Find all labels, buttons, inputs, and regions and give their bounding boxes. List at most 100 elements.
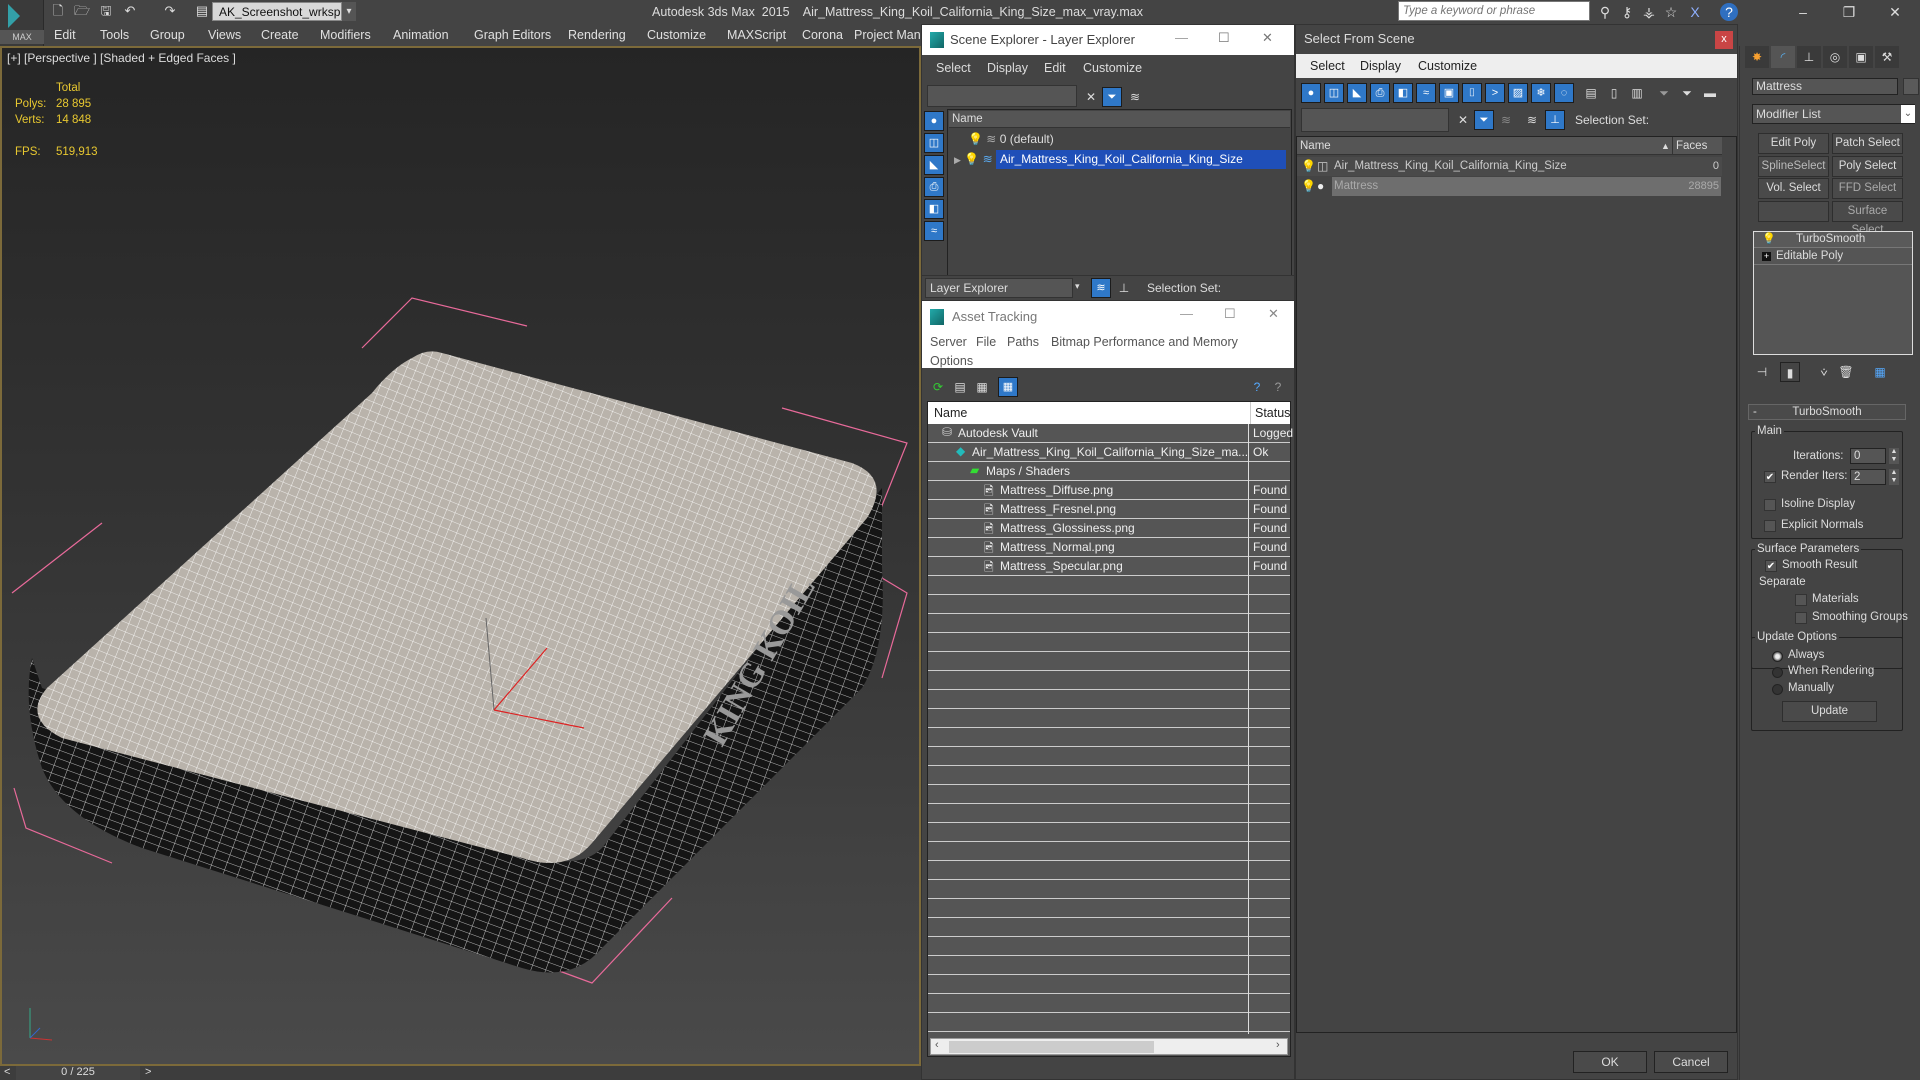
modify-tab-icon[interactable]: ◜	[1771, 46, 1795, 68]
edit-poly-button[interactable]: Edit Poly	[1758, 133, 1829, 154]
asset-row[interactable]: 🖻 Mattress_Fresnel.png Found	[928, 500, 1290, 519]
geometry-filter-icon[interactable]: ●	[924, 111, 944, 131]
scroll-right-icon[interactable]: ›	[1276, 1039, 1280, 1051]
help-icon[interactable]: ?	[1720, 3, 1738, 21]
chevron-down-icon[interactable]: ▾	[1075, 281, 1080, 292]
menu-bitmap-performance[interactable]: Bitmap Performance and Memory	[1051, 335, 1238, 349]
object-row[interactable]: 💡 ● Mattress 28895	[1297, 177, 1722, 196]
select-from-scene-search-input[interactable]	[1301, 108, 1449, 132]
asset-row[interactable]: 🖻 Mattress_Specular.png Found	[928, 557, 1290, 576]
iterations-input[interactable]: 0	[1850, 448, 1886, 464]
update-manually-radio[interactable]	[1772, 684, 1783, 695]
menu-customize[interactable]: Customize	[647, 24, 706, 46]
stack-item-turbosmooth[interactable]: 💡 TurboSmooth	[1754, 232, 1912, 248]
lightbulb-icon[interactable]: 💡	[1301, 177, 1316, 196]
clear-search-icon[interactable]: ✕	[1453, 110, 1473, 130]
layer-add-icon[interactable]: ≋	[1125, 87, 1145, 107]
object-row[interactable]: 💡 ◫ Air_Mattress_King_Koil_California_Ki…	[1297, 157, 1722, 176]
hidden-filter-icon[interactable]: ◌	[1554, 83, 1574, 103]
menu-display[interactable]: Display	[1360, 59, 1401, 73]
cameras-filter-icon[interactable]: ⎙	[924, 177, 944, 197]
helpers-filter-icon[interactable]: ◧	[924, 199, 944, 219]
create-tab-icon[interactable]: ✸	[1745, 46, 1769, 68]
minimize-button[interactable]: —	[1180, 306, 1193, 321]
motion-tab-icon[interactable]: ◎	[1823, 46, 1847, 68]
menu-create[interactable]: Create	[261, 24, 299, 46]
render-iters-input[interactable]: 2	[1850, 469, 1886, 485]
frozen-filter-icon[interactable]: ❄	[1531, 83, 1551, 103]
minimize-button[interactable]: –	[1780, 0, 1826, 24]
close-button[interactable]: ✕	[1872, 0, 1918, 24]
restore-button[interactable]: ❐	[1826, 0, 1872, 24]
pin-stack-icon[interactable]: ⊣	[1752, 362, 1772, 382]
menu-server[interactable]: Server	[930, 335, 967, 349]
scrollbar-thumb[interactable]	[949, 1041, 1154, 1053]
spacewarps-filter-icon[interactable]: ≈	[1416, 83, 1436, 103]
perspective-viewport[interactable]: [+] [Perspective ] [Shaded + Edged Faces…	[0, 46, 921, 1066]
satellite-icon[interactable]: ⚶	[1640, 3, 1658, 21]
menu-group[interactable]: Group	[150, 24, 185, 46]
time-slider[interactable]: < 0 / 225 >	[0, 1066, 921, 1080]
patch-select-button[interactable]: Patch Select	[1832, 133, 1903, 154]
ok-button[interactable]: OK	[1573, 1051, 1647, 1073]
spline-select-button[interactable]: SplineSelect	[1758, 156, 1829, 177]
update-when-rendering-radio[interactable]	[1772, 667, 1783, 678]
ffd-select-button[interactable]: FFD Select	[1832, 178, 1903, 199]
scroll-left-icon[interactable]: ‹	[935, 1039, 939, 1051]
collapse-icon[interactable]: ▬	[1700, 83, 1720, 103]
menu-options[interactable]: Options	[930, 354, 973, 368]
horizontal-scrollbar[interactable]: ‹ ›	[930, 1038, 1288, 1055]
close-button[interactable]: ✕	[1262, 30, 1273, 46]
menu-file[interactable]: File	[976, 335, 996, 349]
cancel-button[interactable]: Cancel	[1654, 1051, 1728, 1073]
menu-paths[interactable]: Paths	[1007, 335, 1039, 349]
shapes-filter-icon[interactable]: ◫	[924, 133, 944, 153]
new-file-icon[interactable]: 🗋	[50, 3, 66, 19]
menu-display[interactable]: Display	[987, 61, 1028, 75]
favorites-star-icon[interactable]: ☆	[1662, 3, 1680, 21]
project-folder-icon[interactable]: ▤	[194, 3, 210, 19]
select-invert-icon[interactable]: ▥	[1627, 83, 1647, 103]
geometry-filter-icon[interactable]: ●	[1301, 83, 1321, 103]
iterations-spinner[interactable]: ▲ ▼	[1889, 448, 1899, 464]
undo-icon[interactable]: ↶	[122, 3, 138, 19]
expand-plus-icon[interactable]: +	[1762, 252, 1771, 261]
search-box[interactable]	[1398, 1, 1590, 21]
show-end-result-icon[interactable]: ▮	[1780, 362, 1800, 382]
surface-select-button[interactable]: Surface Select	[1832, 201, 1903, 236]
materials-checkbox[interactable]	[1795, 594, 1807, 606]
lights-filter-icon[interactable]: ◣	[1347, 83, 1367, 103]
layers-view-icon[interactable]: ≋	[1522, 110, 1542, 130]
update-always-radio[interactable]	[1772, 651, 1783, 662]
menu-views[interactable]: Views	[208, 24, 241, 46]
menu-rendering[interactable]: Rendering	[568, 24, 626, 46]
groups-filter-icon[interactable]: ▣	[1439, 83, 1459, 103]
open-file-icon[interactable]: 🗁	[74, 3, 90, 19]
lightbulb-icon[interactable]: 💡	[968, 132, 983, 146]
menu-select[interactable]: Select	[1310, 59, 1345, 73]
cameras-filter-icon[interactable]: ⎙	[1370, 83, 1390, 103]
stack-item-editable-poly[interactable]: + Editable Poly	[1754, 249, 1912, 265]
clear-search-icon[interactable]: ✕	[1081, 87, 1101, 107]
layers-view-icon[interactable]: ≋	[1091, 278, 1111, 298]
close-button[interactable]: ✕	[1268, 306, 1279, 322]
shapes-filter-icon[interactable]: ◫	[1324, 83, 1344, 103]
smooth-result-checkbox[interactable]: ✔	[1765, 560, 1777, 572]
grid-view-icon[interactable]: ▦	[998, 377, 1018, 397]
redo-icon[interactable]: ↷	[162, 3, 178, 19]
select-all-icon[interactable]: ▤	[1581, 83, 1601, 103]
key-icon[interactable]: ⚷	[1618, 3, 1636, 21]
column-header-faces[interactable]: Faces	[1672, 137, 1722, 155]
menu-animation[interactable]: Animation	[393, 24, 449, 46]
menu-customize[interactable]: Customize	[1083, 61, 1142, 75]
isoline-display-checkbox[interactable]	[1764, 499, 1776, 511]
object-name-field[interactable]: Mattress	[1752, 78, 1898, 95]
utilities-tab-icon[interactable]: ⚒	[1875, 46, 1899, 68]
filter-options-icon[interactable]: ⏷	[1677, 83, 1697, 103]
menu-customize[interactable]: Customize	[1418, 59, 1477, 73]
filter-icon[interactable]: ⏷	[1654, 83, 1674, 103]
explicit-normals-checkbox[interactable]	[1764, 520, 1776, 532]
column-header-name[interactable]: Name	[1300, 137, 1331, 155]
asset-row[interactable]: ⛁ Autodesk Vault Logged	[928, 424, 1293, 443]
asset-row[interactable]: ◆ Air_Mattress_King_Koil_California_King_…	[928, 443, 1290, 462]
